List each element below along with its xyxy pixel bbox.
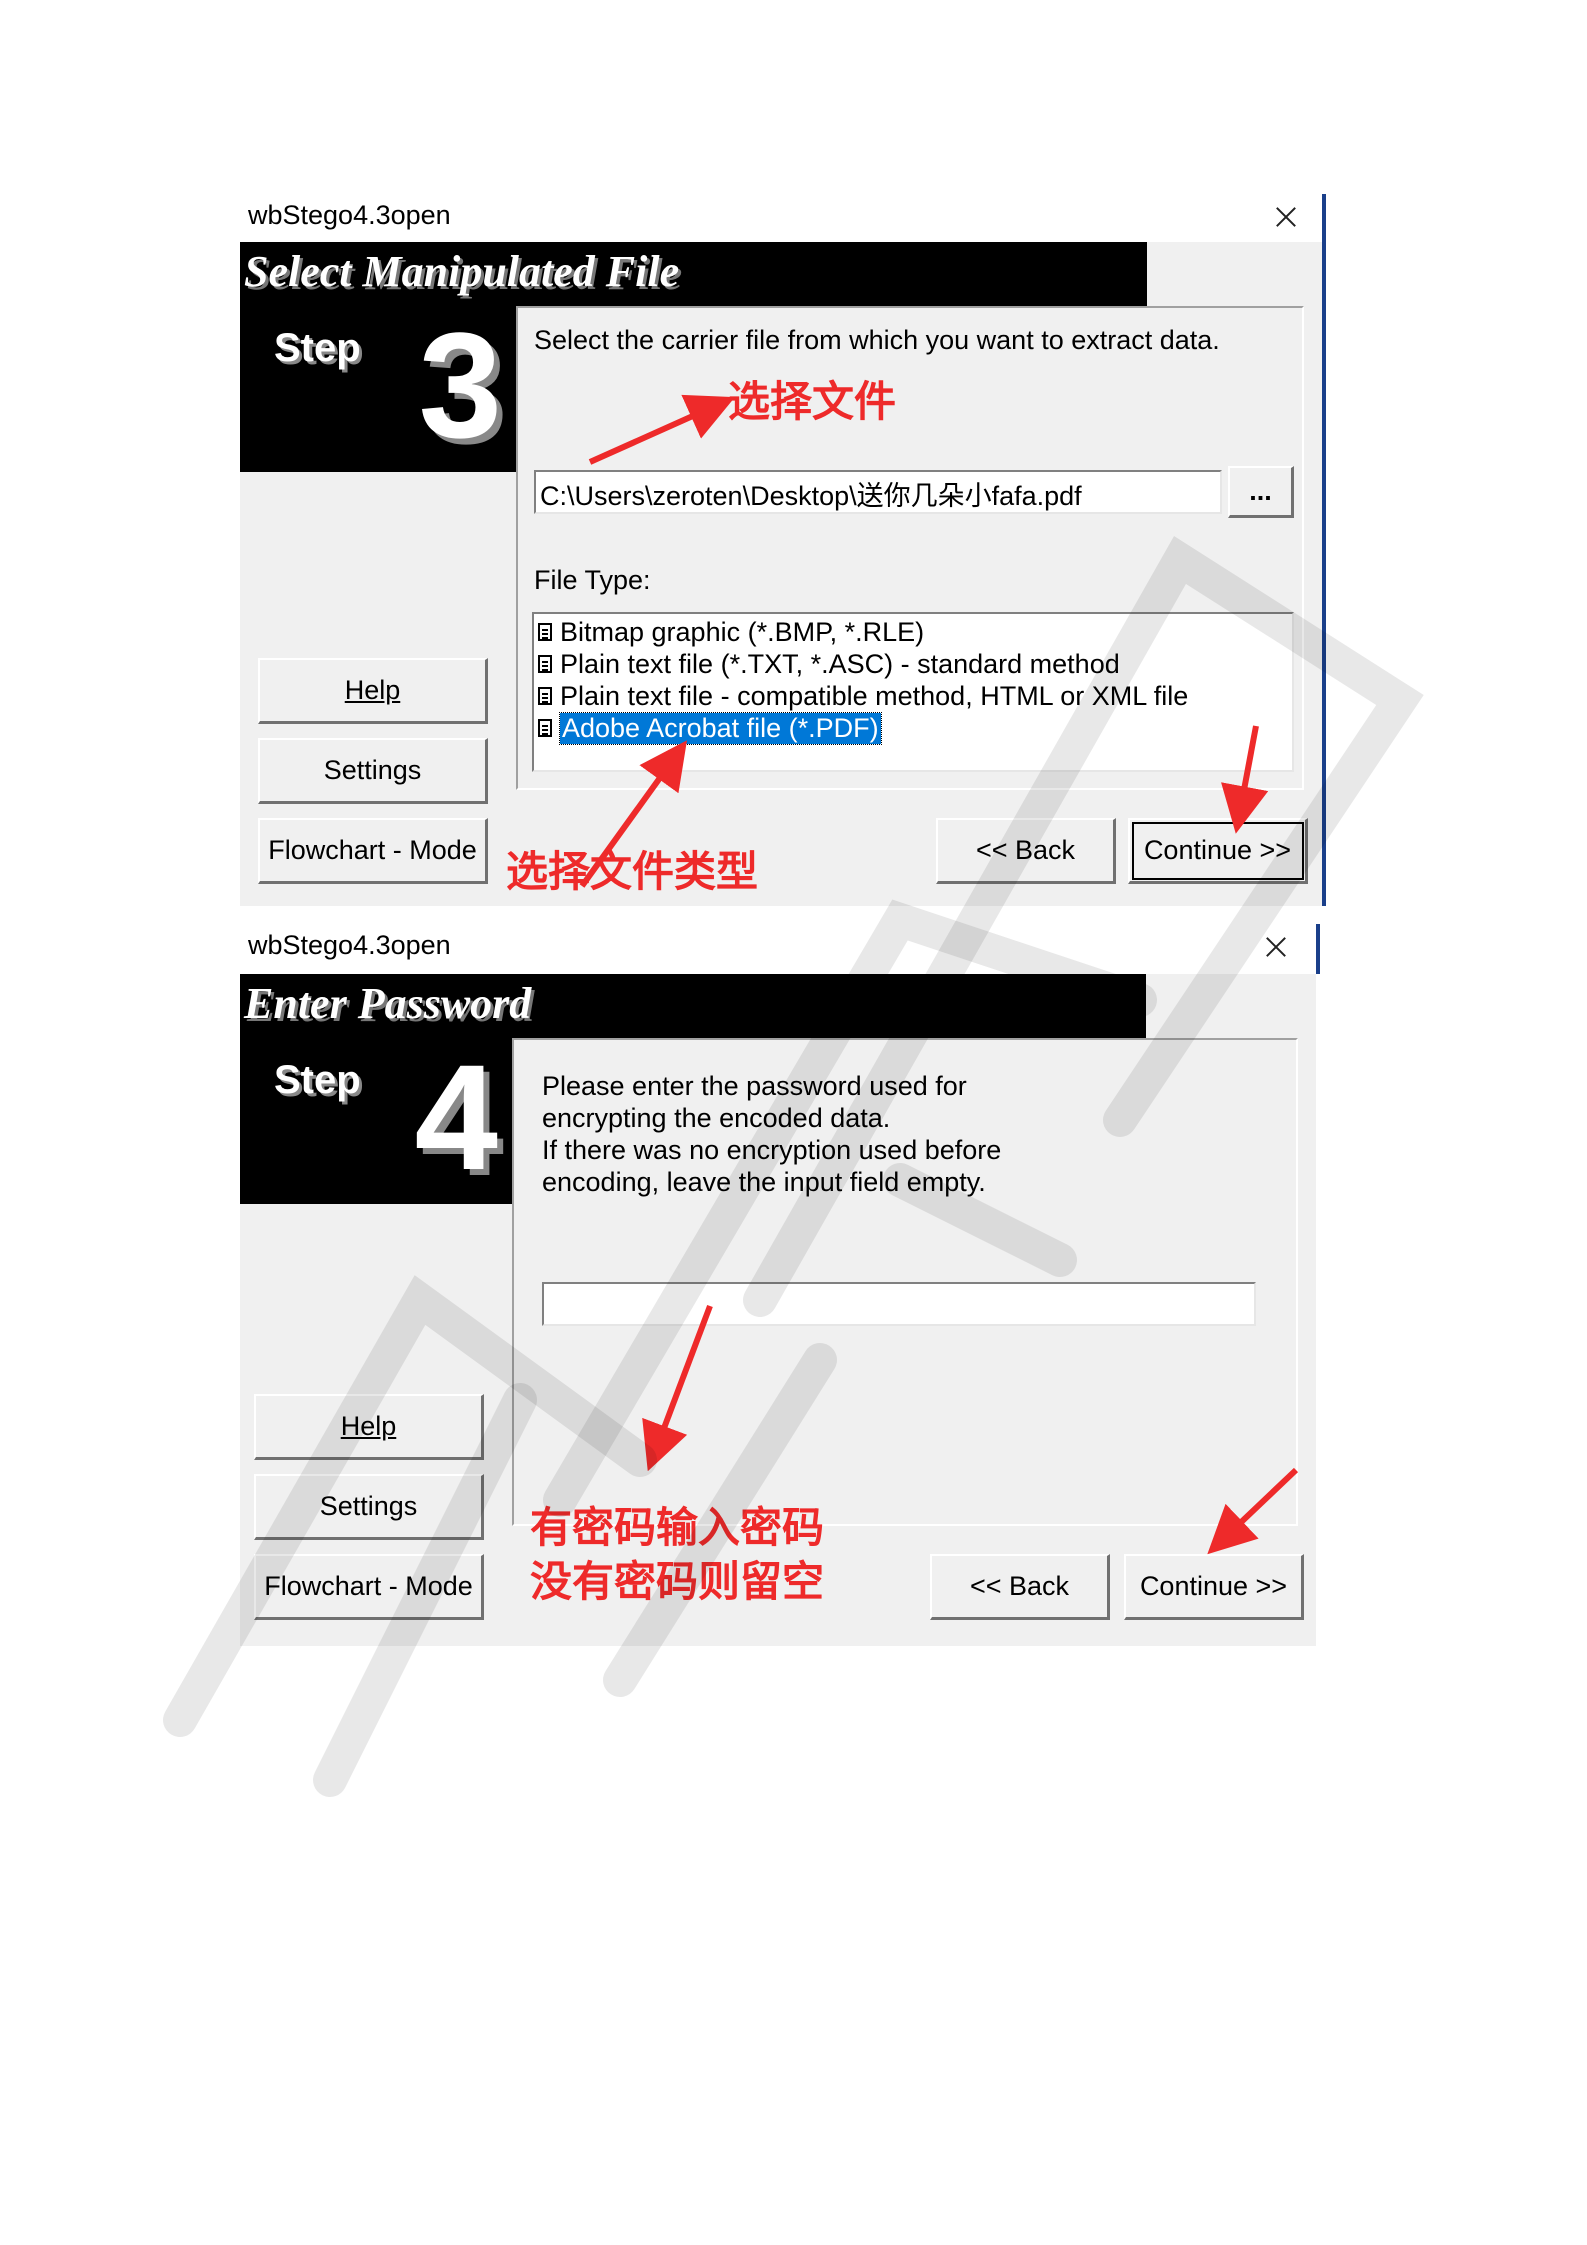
arrow-to-continue-2 [1207, 1467, 1299, 1555]
arrow-to-password [642, 1304, 713, 1472]
arrow-to-file-type [579, 740, 688, 888]
arrow-to-continue-1 [1221, 725, 1269, 834]
annotation-arrows [579, 394, 1299, 1555]
arrow-to-file-path [588, 394, 735, 465]
